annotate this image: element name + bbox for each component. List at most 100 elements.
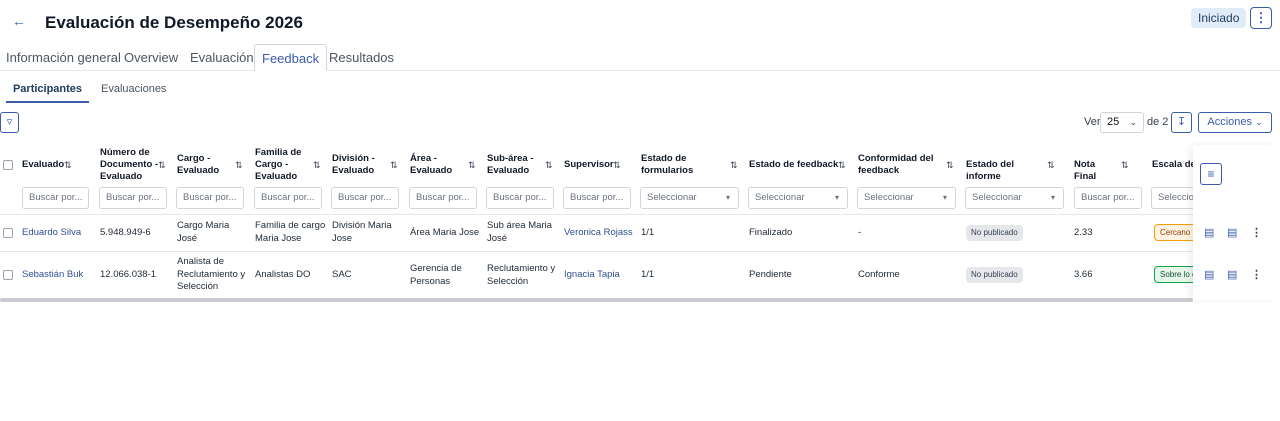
cell-supervisor-link[interactable]: Veronica Rojass [564,227,633,240]
column-header-evaluado[interactable]: Evaluado [22,159,67,171]
filter-input-familia[interactable]: Buscar por... [254,187,322,209]
tab-feedback[interactable]: Feedback [254,44,328,71]
column-header-subarea[interactable]: Sub-área - Evaluado [487,153,535,177]
sort-icon[interactable]: ⇅ [390,160,398,171]
cell-subarea: Sub área Maria José [487,220,552,244]
status-badge: No publicado [966,225,1023,241]
column-header-division[interactable]: División - Evaluado [332,153,380,177]
document-icon[interactable]: ▤ [1227,226,1237,239]
chevron-down-icon: ▾ [725,193,730,202]
cell-documento: 12.066.038-1 [100,269,156,280]
filter-select-escala[interactable]: Seleccion [1151,187,1193,209]
more-options-button[interactable]: ⋮ [1250,7,1272,29]
row-actions-column: ≡ ▤ ▤ ⋮ ▤ ▤ ⋮ [1193,145,1280,300]
page-title: Evaluación de Desempeño 2026 [45,13,303,32]
row-checkbox[interactable] [3,270,13,280]
cell-evaluado-link[interactable]: Eduardo Silva [22,227,81,240]
column-header-documento[interactable]: Número de Documento - Evaluado [100,147,160,183]
back-arrow-icon[interactable]: ← [12,14,26,28]
scale-badge: Sobre lo e [1154,266,1193,283]
select-placeholder: Seleccionar [647,192,697,203]
column-header-escala[interactable]: Escala de N [1152,159,1193,171]
sort-icon[interactable]: ⇅ [235,160,243,171]
sort-icon[interactable]: ⇅ [545,160,553,171]
filter-icon[interactable]: ▿ [0,112,19,133]
column-settings-icon[interactable]: ≡ [1200,163,1222,185]
sort-icon[interactable]: ⇅ [613,160,621,171]
filter-input-nota[interactable]: Buscar por... [1074,187,1142,209]
filter-input-evaluado[interactable]: Buscar por... [22,187,89,209]
status-badge: No publicado [966,267,1023,283]
column-header-feedback[interactable]: Estado de feedback [749,159,839,171]
column-header-area[interactable]: Área - Evaluado [410,153,455,177]
column-header-supervisor[interactable]: Supervisor [564,159,616,171]
filter-select-formularios[interactable]: Seleccionar ▾ [640,187,739,209]
cell-documento: 5.948.949-6 [100,227,151,238]
cell-cargo: Cargo Maria José [177,220,230,244]
sort-icon[interactable]: ⇅ [313,160,321,171]
select-placeholder: Seleccionar [972,192,1022,203]
sort-icon[interactable]: ⇅ [838,160,846,171]
cell-conformidad: - [858,227,862,238]
cell-familia: Analistas DO [255,269,311,280]
select-placeholder: Seleccionar [864,192,914,203]
chevron-down-icon: ▾ [942,193,947,202]
page-size-value: 25 [1107,116,1120,128]
filter-select-conformidad[interactable]: Seleccionar ▾ [857,187,956,209]
horizontal-scrollbar[interactable] [0,298,1193,302]
chart-icon[interactable]: ▤ [1204,268,1214,281]
cell-formularios: 1/1 [641,269,655,280]
select-all-checkbox[interactable] [3,160,13,170]
chevron-down-icon: ⌄ [1255,117,1263,127]
filter-input-subarea[interactable]: Buscar por... [486,187,554,209]
filter-input-documento[interactable]: Buscar por... [99,187,167,209]
filter-select-informe[interactable]: Seleccionar ▾ [965,187,1064,209]
cell-area: Área Maria Jose [410,227,480,238]
tab-resultados[interactable]: Resultados [325,44,398,71]
row-menu-icon[interactable]: ⋮ [1251,226,1262,239]
cell-conformidad: Conforme [858,269,900,280]
sort-icon[interactable]: ⇅ [730,160,738,171]
sort-icon[interactable]: ⇅ [64,160,72,171]
filter-input-supervisor[interactable]: Buscar por... [563,187,631,209]
download-icon[interactable]: ↧ [1171,112,1192,133]
document-icon[interactable]: ▤ [1227,268,1237,281]
sub-tabs: Participantes Evaluaciones [0,78,1280,103]
actions-button[interactable]: Acciones ⌄ [1198,112,1272,133]
chevron-down-icon: ▾ [1050,193,1055,202]
cell-supervisor-link[interactable]: Ignacia Tapia [564,269,620,282]
page-header: ← Evaluación de Desempeño 2026 Iniciado … [0,0,1280,44]
cell-nota: 2.33 [1074,227,1093,238]
tab-evaluacion[interactable]: Evaluación [186,44,258,71]
column-header-cargo[interactable]: Cargo - Evaluado [177,153,225,177]
cell-evaluado-link[interactable]: Sebastián Buk [22,269,83,282]
sort-icon[interactable]: ⇅ [158,160,166,171]
subtab-participantes[interactable]: Participantes [6,78,89,103]
filter-select-feedback[interactable]: Seleccionar ▾ [748,187,848,209]
row-divider [0,251,1193,252]
chevron-down-icon: ⌄ [1129,117,1137,127]
select-placeholder: Seleccionar [755,192,805,203]
filter-input-cargo[interactable]: Buscar por... [176,187,244,209]
sort-icon[interactable]: ⇅ [1121,160,1129,171]
cell-formularios: 1/1 [641,227,655,238]
tab-informacion-general[interactable]: Información general [2,44,125,71]
tab-overview[interactable]: Overview [120,44,182,71]
column-header-nota[interactable]: Nota Final [1074,159,1119,183]
column-header-conformidad[interactable]: Conformidad del feedback [858,153,938,177]
page-size-select[interactable]: 25 ⌄ [1100,112,1144,133]
filter-input-area[interactable]: Buscar por... [409,187,477,209]
column-header-familia[interactable]: Familia de Cargo - Evaluado [255,147,307,183]
subtab-evaluaciones[interactable]: Evaluaciones [101,78,166,103]
row-menu-icon[interactable]: ⋮ [1251,268,1262,281]
cell-area: Gerencia de Personas [410,263,462,287]
column-header-formularios[interactable]: Estado de formularios [641,153,703,177]
filter-input-division[interactable]: Buscar por... [331,187,399,209]
sort-icon[interactable]: ⇅ [468,160,476,171]
sort-icon[interactable]: ⇅ [946,160,954,171]
chart-icon[interactable]: ▤ [1204,226,1214,239]
sort-icon[interactable]: ⇅ [1047,160,1055,171]
chevron-down-icon: ▾ [834,193,839,202]
column-header-informe[interactable]: Estado del informe [966,159,1048,183]
row-checkbox[interactable] [3,228,13,238]
